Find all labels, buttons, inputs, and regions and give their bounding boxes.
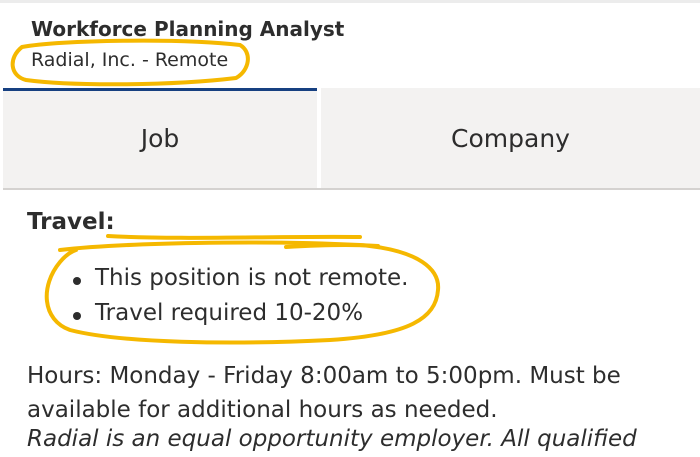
hours-paragraph: Hours: Monday - Friday 8:00am to 5:00pm.… <box>27 363 621 423</box>
tab-company-label: Company <box>451 123 570 153</box>
tab-bar-bottom-border <box>3 188 700 190</box>
highlight-circle-bullets <box>44 240 441 345</box>
tab-bar: Job Company <box>3 88 700 190</box>
top-divider <box>0 0 700 3</box>
eeo-statement: Radial is an equal opportunity employer.… <box>27 426 637 452</box>
job-title: Workforce Planning Analyst <box>31 17 345 41</box>
list-item-text: Travel required 10-20% <box>95 300 364 326</box>
company-location[interactable]: Radial, Inc. - Remote <box>31 49 228 71</box>
tab-job[interactable]: Job <box>3 88 317 188</box>
list-item-text: This position is not remote. <box>95 265 409 291</box>
highlight-stroke-short <box>284 242 380 249</box>
bullet-icon <box>73 312 81 320</box>
section-heading-travel: Travel: <box>27 209 115 235</box>
tab-company[interactable]: Company <box>321 88 700 188</box>
highlight-underline-travel <box>106 234 362 240</box>
tab-job-label: Job <box>140 123 180 153</box>
bullet-icon <box>73 277 81 285</box>
